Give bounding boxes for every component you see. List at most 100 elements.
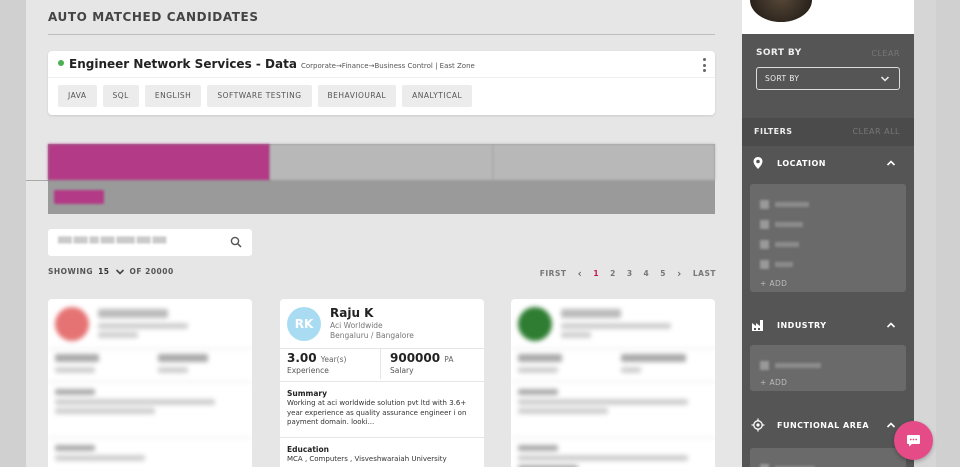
skill-tag: ENGLISH: [144, 85, 202, 107]
chevron-up-icon[interactable]: [886, 159, 896, 167]
filter-header-functional-area[interactable]: FUNCTIONAL AREA: [742, 412, 914, 440]
filters-label: FILTERS: [754, 127, 793, 136]
filter-option[interactable]: [760, 254, 809, 274]
pager-page[interactable]: 3: [627, 269, 633, 278]
job-card: Engineer Network Services - Data Corpora…: [48, 51, 715, 115]
candidate-card-blurred[interactable]: [511, 299, 715, 467]
clear-all-link[interactable]: CLEAR ALL: [852, 127, 900, 136]
avatar: RK: [287, 307, 321, 341]
candidate-name[interactable]: Raju K: [330, 306, 373, 320]
industry-option-list: [760, 355, 821, 375]
chat-button[interactable]: [894, 421, 933, 460]
chevron-down-icon[interactable]: [115, 268, 125, 276]
filters-header: FILTERS CLEAR ALL: [742, 118, 914, 146]
filter-sidebar: SORT BY CLEAR SORT BY FILTERS CLEAR ALL …: [742, 0, 914, 467]
pager-page[interactable]: 2: [610, 269, 616, 278]
page-title: AUTO MATCHED CANDIDATES: [48, 10, 259, 24]
chevron-down-icon: [880, 76, 890, 82]
job-header: Engineer Network Services - Data Corpora…: [58, 57, 475, 75]
tab-blurred[interactable]: [492, 144, 715, 180]
metric-divider: [380, 349, 381, 379]
title-divider: [48, 34, 715, 35]
location-pin-icon: [753, 157, 763, 169]
job-divider: [48, 77, 715, 78]
subtab-blurred[interactable]: [110, 190, 140, 204]
location-option-list: [760, 194, 809, 274]
sort-select-value: SORT BY: [765, 74, 800, 83]
filter-option[interactable]: [760, 234, 809, 254]
card-divider: [280, 381, 484, 382]
job-path: Corporate→Finance→Business Control | Eas…: [300, 62, 475, 70]
main-content: AUTO MATCHED CANDIDATES Engineer Network…: [26, 0, 742, 467]
card-divider: [280, 348, 484, 349]
pager-page[interactable]: 4: [644, 269, 650, 278]
card-divider: [280, 437, 484, 438]
candidate-tabs-overlay: [48, 144, 715, 214]
status-dot: [58, 60, 64, 66]
filter-section-functional-area: FUNCTIONAL AREA: [742, 412, 914, 467]
functional-area-option-list: [760, 458, 815, 467]
avatar: [55, 307, 89, 341]
sort-clear-link[interactable]: CLEAR: [871, 49, 900, 58]
chevron-up-icon[interactable]: [886, 421, 896, 429]
skill-tag: JAVA: [58, 85, 97, 107]
pager-next-icon[interactable]: ›: [677, 268, 682, 279]
tab-blurred[interactable]: [270, 144, 493, 180]
location-options: + ADD: [750, 184, 906, 292]
factory-icon: [752, 320, 763, 331]
page-size[interactable]: 15: [98, 267, 109, 276]
functional-area-options: [750, 448, 906, 467]
profile-picture[interactable]: [750, 0, 812, 22]
avatar: [518, 307, 552, 341]
tab-blurred-active[interactable]: [48, 144, 271, 180]
candidate-location: Bengaluru / Bangalore: [330, 331, 414, 340]
candidate-company: Aci Worldwide: [330, 321, 383, 330]
pagination: FIRST ‹ 1 2 3 4 5 › LAST: [540, 268, 716, 279]
education-text: MCA , Computers , Visveshwaraiah Univers…: [287, 455, 447, 463]
skill-tags: JAVA SQL ENGLISH SOFTWARE TESTING BEHAVI…: [58, 85, 473, 107]
page-gutter-left: [0, 0, 26, 467]
sort-by-label: SORT BY: [756, 48, 802, 58]
results-count: SHOWING 15 OF 20000: [48, 267, 174, 276]
filter-option[interactable]: [760, 458, 815, 467]
page-gutter-right: [936, 0, 960, 467]
pager-last[interactable]: LAST: [693, 269, 716, 278]
add-industry-link[interactable]: + ADD: [760, 378, 787, 387]
tab-bar: [48, 144, 715, 180]
filter-option[interactable]: [760, 194, 809, 214]
candidate-card-blurred[interactable]: [48, 299, 252, 467]
experience-label: Experience: [287, 366, 329, 375]
filter-section-location: LOCATION + ADD: [742, 150, 914, 292]
filter-header-location[interactable]: LOCATION: [742, 150, 914, 178]
subtab-bar: [54, 190, 140, 204]
add-location-link[interactable]: + ADD: [760, 279, 787, 288]
chat-icon: [907, 435, 920, 447]
job-title[interactable]: Engineer Network Services - Data: [69, 57, 297, 71]
chevron-up-icon[interactable]: [886, 321, 896, 329]
more-options-icon[interactable]: [703, 58, 707, 72]
search-box[interactable]: ▒▒▒ ▒▒▒ ▒▒ ▒▒▒ ▒▒▒▒ ▒▒▒ ▒▒▒: [48, 229, 252, 256]
pager-prev-icon[interactable]: ‹: [577, 268, 582, 279]
pager-first[interactable]: FIRST: [540, 269, 567, 278]
education-title: Education: [287, 445, 329, 454]
search-icon[interactable]: [230, 236, 242, 248]
candidate-card[interactable]: RK Raju K Aci Worldwide Bengaluru / Bang…: [280, 299, 484, 467]
pager-page[interactable]: 5: [660, 269, 666, 278]
divider-line: [26, 180, 48, 181]
filter-option[interactable]: [760, 355, 821, 375]
skill-tag: SOFTWARE TESTING: [207, 85, 312, 107]
summary-text: Working at aci worldwide solution pvt lt…: [287, 399, 467, 426]
filter-header-industry[interactable]: INDUSTRY: [742, 312, 914, 340]
pager-page[interactable]: 1: [593, 269, 599, 278]
filter-section-industry: INDUSTRY + ADD: [742, 312, 914, 391]
summary-title: Summary: [287, 389, 328, 398]
filter-option[interactable]: [760, 214, 809, 234]
salary-label: Salary: [390, 366, 414, 375]
profile-header: [742, 0, 914, 34]
sort-by-select[interactable]: SORT BY: [756, 67, 900, 90]
industry-options: + ADD: [750, 345, 906, 391]
subtab-blurred-active[interactable]: [54, 190, 104, 204]
search-input[interactable]: ▒▒▒ ▒▒▒ ▒▒ ▒▒▒ ▒▒▒▒ ▒▒▒ ▒▒▒: [58, 237, 166, 244]
skill-tag: SQL: [102, 85, 139, 107]
salary-value: 900000 PA: [390, 351, 454, 365]
